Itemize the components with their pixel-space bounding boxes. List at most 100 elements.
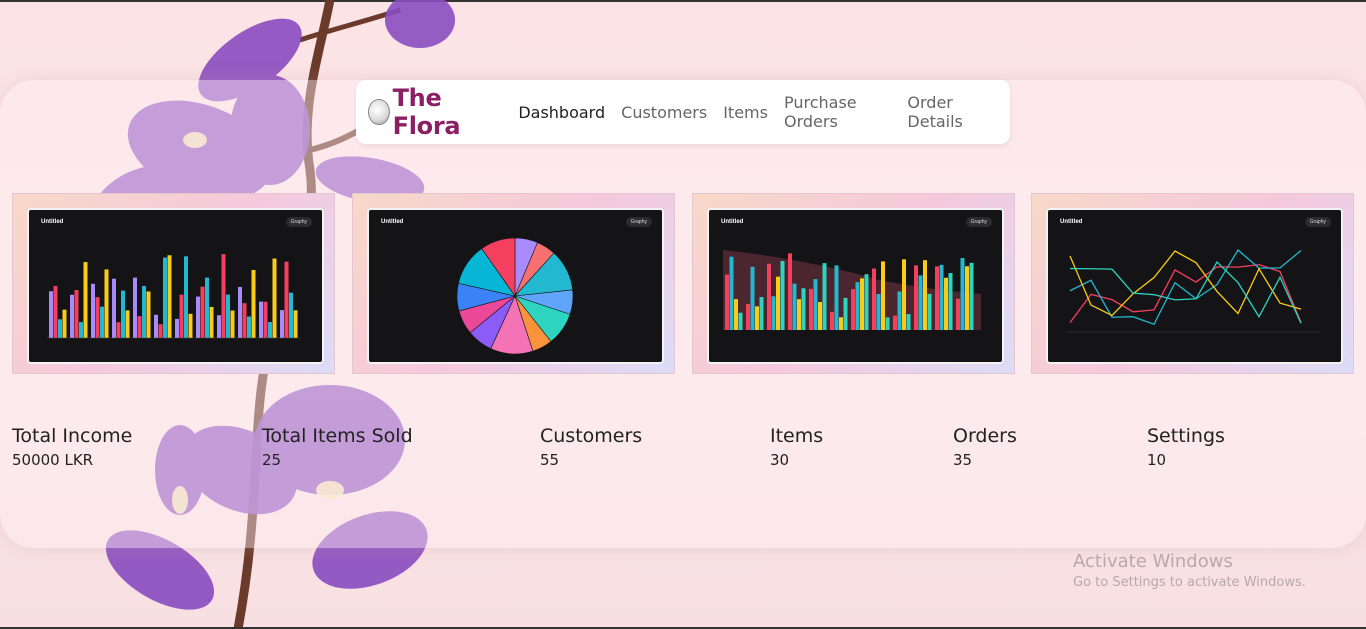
chart-bar-mark <box>944 277 948 330</box>
chart-bar-mark <box>125 310 130 338</box>
chart-bar-mark <box>205 277 209 338</box>
chart-bar-mark <box>860 278 864 330</box>
watermark-title: Activate Windows <box>1073 551 1233 572</box>
chart-bar-mark <box>263 301 268 338</box>
chart-bar-mark <box>902 259 906 330</box>
chart-bar-mark <box>91 283 95 338</box>
chart-card-line[interactable]: Untitled Graphy <box>1031 193 1354 374</box>
chart-card-grouped-bar[interactable]: Untitled Graphy <box>12 193 335 374</box>
stat-value: 50000 LKR <box>12 451 94 469</box>
stat-total-items-sold: Total Items Sold 25 <box>262 425 413 469</box>
chart-bar-mark <box>759 297 764 330</box>
stat-label: Settings <box>1147 425 1225 447</box>
stat-value: 10 <box>1147 451 1167 469</box>
chart-bar-mark <box>780 260 785 330</box>
chart-bar-mark <box>83 262 88 338</box>
chart-bar-mark <box>209 306 214 338</box>
chart-bar-mark <box>221 254 226 338</box>
chart-bar-mark <box>725 274 729 330</box>
chart-bar-mark <box>112 278 116 338</box>
stat-label: Total Income <box>12 425 133 447</box>
chart-bar-mark <box>734 299 738 330</box>
chart-bar-mark <box>70 294 74 338</box>
chart-bar-mark <box>864 274 869 330</box>
chart-graphic <box>723 250 981 330</box>
chart-line-series-mark <box>1069 263 1302 324</box>
chart-bar-mark <box>960 257 965 330</box>
stat-value: 30 <box>770 451 790 469</box>
top-navbar: The Flora Dashboard Customers Items Purc… <box>356 80 1010 144</box>
chart-bar-mark <box>818 302 822 330</box>
stat-label: Customers <box>540 425 643 447</box>
chart-bar-mark <box>969 262 974 330</box>
chart-bar-mark <box>74 290 79 338</box>
chart-bar-mark <box>188 313 193 338</box>
chart-bar-mark <box>104 269 109 338</box>
chart-bar-mark <box>809 288 813 330</box>
chart-bar-mark <box>906 314 911 330</box>
chart-bar-mark <box>53 285 58 338</box>
chart-bar-mark <box>881 261 885 330</box>
chart-bar-mark <box>280 310 284 338</box>
flora-logo-icon[interactable] <box>368 99 390 125</box>
chart-thumbnail: Untitled Graphy <box>1046 208 1343 364</box>
chart-bar-mark <box>851 289 855 330</box>
chart-bar-mark <box>200 286 205 338</box>
chart-card-bar-area[interactable]: Untitled Graphy <box>692 193 1015 374</box>
chart-bar-mark <box>788 253 792 330</box>
stat-settings[interactable]: Settings 10 <box>1147 425 1225 469</box>
chart-bar-mark <box>167 255 172 338</box>
chart-bar-mark <box>289 292 293 338</box>
stat-label: Total Items Sold <box>262 425 413 447</box>
chart-bar-mark <box>95 297 100 338</box>
chart-bar-mark <box>272 258 277 338</box>
chart-bar-mark <box>750 266 755 330</box>
chart-bar-mark <box>58 319 62 338</box>
chart-bar-mark <box>247 316 251 338</box>
stat-value: 25 <box>262 451 282 469</box>
chart-bar-mark <box>121 290 125 338</box>
chart-bar-mark <box>251 270 256 338</box>
chart-bar-mark <box>822 263 827 330</box>
chart-line-series-mark <box>1069 250 1302 317</box>
chart-bar-mark <box>797 299 801 330</box>
chart-line-series-mark <box>1069 261 1302 324</box>
chart-bar-mark <box>259 301 263 338</box>
nav-order-details[interactable]: Order Details <box>907 93 994 131</box>
chart-bar-mark <box>196 296 200 338</box>
brand-name[interactable]: The Flora <box>393 84 495 140</box>
chart-bar-mark <box>897 291 902 330</box>
chart-thumbnail: Untitled Graphy <box>27 208 324 364</box>
nav-purchase-orders[interactable]: Purchase Orders <box>784 93 891 131</box>
nav-customers[interactable]: Customers <box>621 103 707 122</box>
chart-bar-mark <box>939 264 944 330</box>
chart-bar-mark <box>792 283 797 330</box>
chart-bar-mark <box>226 294 230 338</box>
chart-graphic <box>456 237 574 355</box>
chart-bar-mark <box>146 291 151 338</box>
nav-items[interactable]: Items <box>723 103 768 122</box>
stat-label: Orders <box>953 425 1017 447</box>
chart-bar-mark <box>839 317 843 330</box>
chart-badge: Graphy <box>965 217 992 227</box>
stat-label: Items <box>770 425 824 447</box>
chart-bar-mark <box>133 277 137 338</box>
chart-bar-mark <box>116 322 121 338</box>
chart-bar-mark <box>284 261 289 338</box>
chart-bar-mark <box>893 315 897 330</box>
chart-title: Untitled <box>41 219 64 225</box>
chart-bar-mark <box>79 322 83 338</box>
chart-bar-mark <box>163 257 167 338</box>
nav-dashboard[interactable]: Dashboard <box>518 103 605 122</box>
chart-card-pie[interactable]: Untitled Graphy <box>352 193 675 374</box>
chart-bar-mark <box>885 317 890 330</box>
chart-bar-mark <box>49 291 53 338</box>
stats-row: Total Income 50000 LKR Total Items Sold … <box>0 425 1366 485</box>
chart-bar-mark <box>238 286 242 338</box>
chart-bar-mark <box>956 298 960 330</box>
chart-bar-mark <box>755 306 759 330</box>
stat-items: Items 30 <box>770 425 823 469</box>
stat-customers: Customers 55 <box>540 425 642 469</box>
chart-bar-mark <box>230 310 235 338</box>
chart-thumbnail: Untitled Graphy <box>367 208 664 364</box>
